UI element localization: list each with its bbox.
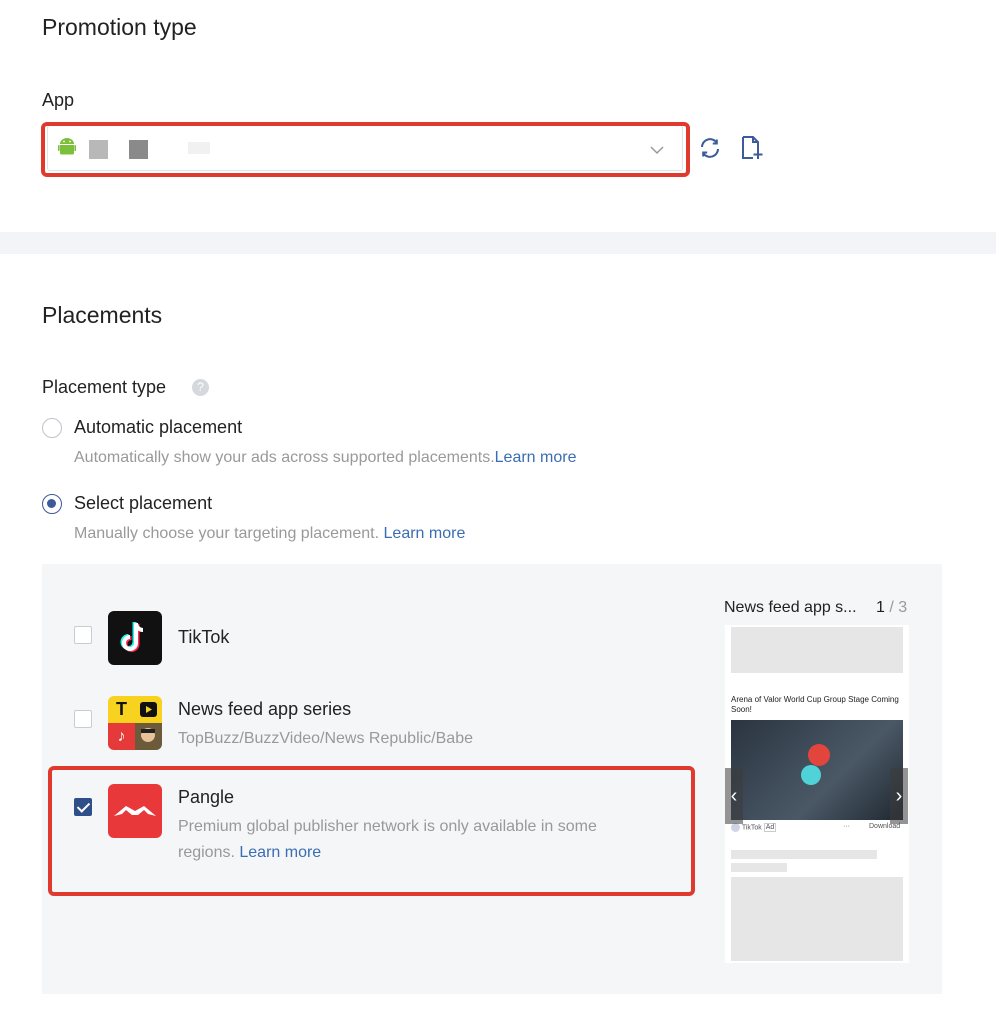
preview-separator: / [884, 599, 899, 616]
select-placement-radio[interactable] [42, 494, 62, 514]
preview-total-pages: 3 [898, 599, 908, 616]
preview-placeholder-line-2 [731, 863, 787, 872]
babe-icon [135, 723, 162, 750]
news-republic-icon: ♪ [108, 723, 135, 750]
pangle-highlight [48, 766, 695, 896]
preview-ad-footer: TikTok Ad ··· Download [731, 823, 903, 835]
app-select-highlight [41, 122, 690, 177]
preview-more: ··· [843, 823, 850, 830]
topbuzz-icon: T [108, 696, 135, 723]
preview-placeholder-line-1 [731, 850, 877, 859]
tiktok-name: TikTok [178, 627, 230, 647]
news-feed-app-icons: T ♪ [108, 696, 162, 750]
automatic-learn-more-link[interactable]: Learn more [495, 449, 577, 466]
promotion-type-title: Promotion type [42, 14, 197, 40]
news-feed-desc: TopBuzz/BuzzVideo/News Republic/Babe [178, 730, 473, 747]
refresh-icon[interactable] [698, 136, 722, 165]
select-placement-desc: Manually choose your targeting placement… [74, 525, 465, 543]
preview-prev-arrow[interactable]: ‹ [725, 768, 743, 824]
file-add-icon[interactable] [740, 135, 764, 166]
preview-source: TikTok [741, 824, 762, 832]
preview-next-arrow[interactable]: › [890, 768, 908, 824]
news-feed-checkbox[interactable] [74, 710, 92, 728]
automatic-placement-radio[interactable] [42, 418, 62, 438]
preview-pagination: 1 / 3 [876, 599, 907, 617]
preview-source-icon [731, 823, 740, 832]
automatic-placement-desc-text: Automatically show your ads across suppo… [74, 449, 495, 466]
preview-download: Download [869, 823, 901, 830]
app-label: App [42, 90, 75, 110]
preview-current-page: 1 [876, 599, 885, 616]
placements-title: Placements [42, 302, 163, 328]
buzzvideo-icon [135, 696, 162, 723]
select-placement-label[interactable]: Select placement [74, 493, 212, 514]
preview-title: News feed app s... [724, 599, 857, 616]
automatic-placement-desc: Automatically show your ads across suppo… [74, 449, 576, 467]
automatic-placement-label[interactable]: Automatic placement [74, 417, 242, 438]
tiktok-checkbox[interactable] [74, 626, 92, 644]
placement-type-label: Placement type [42, 377, 167, 397]
tiktok-icon [108, 611, 162, 665]
help-icon[interactable]: ? [192, 379, 209, 396]
preview-ad-headline: Arena of Valor World Cup Group Stage Com… [731, 695, 899, 714]
preview-placeholder-top [731, 627, 903, 673]
preview-ad-tag: Ad [763, 823, 777, 833]
news-feed-name: News feed app series [178, 699, 352, 719]
select-learn-more-link[interactable]: Learn more [384, 525, 466, 542]
preview-ad-media [731, 720, 903, 820]
ad-preview-phone: Arena of Valor World Cup Group Stage Com… [725, 625, 909, 963]
preview-placeholder-bottom [731, 877, 903, 961]
select-placement-desc-text: Manually choose your targeting placement… [74, 525, 384, 542]
section-divider [0, 232, 996, 254]
